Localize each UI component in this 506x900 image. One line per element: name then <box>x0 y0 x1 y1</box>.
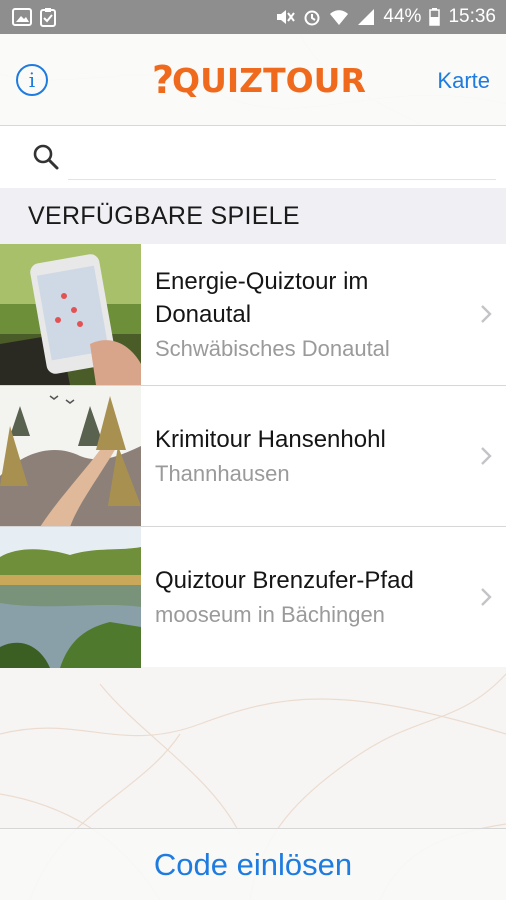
game-title: Energie-Quiztour im Donautal <box>155 267 369 328</box>
alarm-icon <box>304 10 320 26</box>
search-icon <box>33 144 59 170</box>
list-item[interactable]: Krimitour Hansenhohl Thannhausen <box>0 385 506 527</box>
list-item[interactable]: Energie-Quiztour im Donautal Schwäbische… <box>0 244 506 385</box>
chevron-right-icon <box>481 305 492 323</box>
info-icon: i <box>28 68 36 92</box>
section-header: VERFÜGBARE SPIELE <box>0 188 506 244</box>
game-title: Krimitour Hansenhohl <box>155 425 386 453</box>
logo-mark: ? <box>152 58 174 102</box>
search-input[interactable] <box>68 134 496 180</box>
redeem-code-button[interactable]: Code einlösen <box>154 847 352 883</box>
game-title: Quiztour Brenzufer-Pfad <box>155 566 414 594</box>
map-button[interactable]: Karte <box>437 68 490 94</box>
battery-icon <box>429 8 441 26</box>
navigation-bar: i ? QUIZTOUR Karte <box>0 34 506 126</box>
signal-icon <box>358 9 375 25</box>
battery-percent: 44% <box>383 6 422 27</box>
game-thumbnail-phone-map <box>0 244 141 385</box>
logo-text: QUIZTOUR <box>172 60 366 100</box>
footer-bar: Code einlösen <box>0 828 506 900</box>
image-notification-icon <box>12 8 32 26</box>
chevron-right-icon <box>481 447 492 465</box>
clipboard-notification-icon <box>40 8 56 27</box>
clock: 15:36 <box>448 6 496 27</box>
games-list: Energie-Quiztour im Donautal Schwäbische… <box>0 244 506 668</box>
game-location: Schwäbisches Donautal <box>155 335 390 361</box>
mute-icon <box>277 10 296 24</box>
status-bar: 44% 15:36 <box>0 0 506 34</box>
game-location: Thannhausen <box>155 460 290 486</box>
chevron-right-icon <box>481 588 492 606</box>
wifi-icon <box>330 10 349 25</box>
game-thumbnail-forest-path <box>0 385 141 527</box>
game-thumbnail-pond <box>0 526 141 668</box>
list-item[interactable]: Quiztour Brenzufer-Pfad mooseum in Bächi… <box>0 526 506 668</box>
quiztour-logo: ? QUIZTOUR <box>152 52 366 108</box>
game-location: mooseum in Bächingen <box>155 601 385 627</box>
info-button[interactable]: i <box>16 64 48 96</box>
search-bar <box>0 126 506 188</box>
